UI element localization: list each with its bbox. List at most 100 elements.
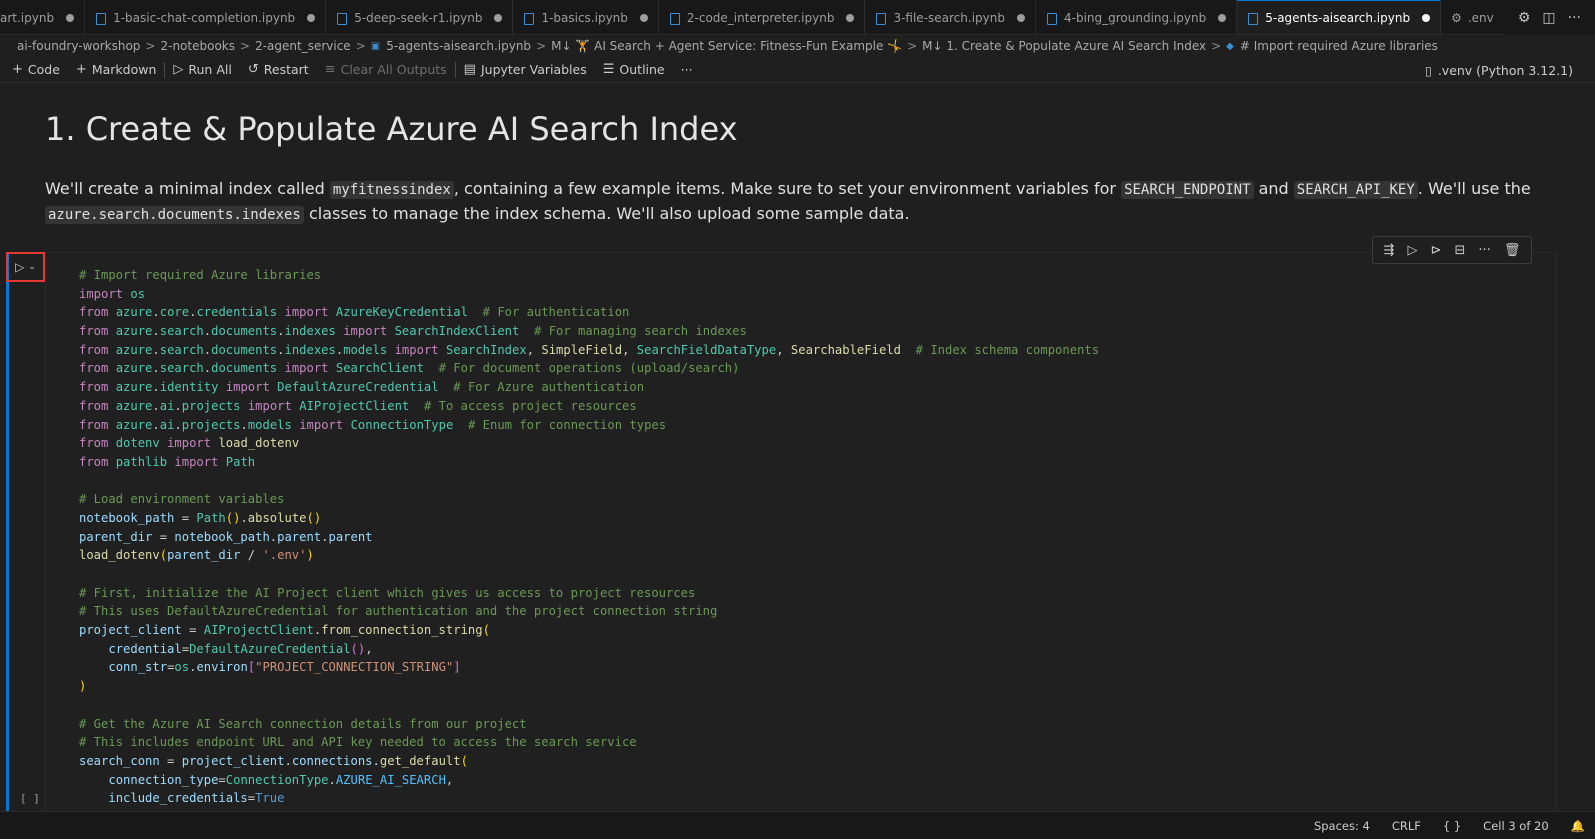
code-line[interactable]: # First, initialize the AI Project clien… xyxy=(79,584,1099,603)
code-line[interactable]: # This uses DefaultAzureCredential for a… xyxy=(79,602,1099,621)
chevron-right-icon: > xyxy=(1211,39,1222,53)
code-line[interactable] xyxy=(79,472,1099,491)
notebook-file-icon xyxy=(1247,12,1259,25)
cell-position-status[interactable]: Cell 3 of 20 xyxy=(1483,819,1549,833)
unsaved-dot-icon[interactable] xyxy=(846,13,855,22)
more-icon[interactable]: ··· xyxy=(1478,243,1490,258)
code-line[interactable]: ) xyxy=(79,677,1099,696)
notebook-file-icon xyxy=(875,12,887,25)
toolbar-divider xyxy=(454,61,456,78)
add-code-label: Code xyxy=(27,62,60,77)
code-line[interactable]: from azure.search.documents.indexes impo… xyxy=(79,322,1099,341)
code-line[interactable]: notebook_path = Path().absolute() xyxy=(79,509,1099,528)
tab-label: art.ipynb xyxy=(0,10,55,25)
execute-above-icon[interactable]: ▷ xyxy=(1407,243,1417,258)
tab-basic-chat-completion[interactable]: 1-basic-chat-completion.ipynb xyxy=(85,0,327,34)
gear-icon: ⚙ xyxy=(1451,10,1462,25)
notifications-bell-icon[interactable]: 🔔 xyxy=(1571,819,1585,833)
outline-button[interactable]: ☰ Outline xyxy=(603,62,665,77)
code-line[interactable]: # Get the Azure AI Search connection det… xyxy=(79,715,1099,734)
unsaved-dot-icon[interactable] xyxy=(1218,13,1227,22)
code-content[interactable]: # Import required Azure libraries import … xyxy=(79,266,1099,808)
tab-label: 1-basic-chat-completion.ipynb xyxy=(113,10,296,25)
breadcrumb-item[interactable]: M↓ 🏋 AI Search + Agent Service: Fitness-… xyxy=(551,39,902,53)
split-cell-icon[interactable]: ⊟ xyxy=(1454,243,1465,258)
execute-below-icon[interactable]: ⊳ xyxy=(1431,243,1442,258)
code-line[interactable]: conn_str=os.environ["PROJECT_CONNECTION_… xyxy=(79,658,1099,677)
breadcrumb-item[interactable]: ai-foundry-workshop xyxy=(17,39,140,53)
breadcrumb-item[interactable]: 2-agent_service xyxy=(255,39,351,53)
add-markdown-label: Markdown xyxy=(91,62,157,77)
tab-basics[interactable]: 1-basics.ipynb xyxy=(513,0,659,34)
breadcrumb-item[interactable]: 5-agents-aisearch.ipynb xyxy=(386,39,531,53)
tab-env[interactable]: ⚙ .env xyxy=(1441,0,1504,34)
code-line[interactable]: load_dotenv(parent_dir / '.env') xyxy=(79,546,1099,565)
code-line[interactable]: # Import required Azure libraries xyxy=(79,266,1099,285)
tab-code-interpreter[interactable]: 2-code_interpreter.ipynb xyxy=(659,0,866,34)
variables-label: Jupyter Variables xyxy=(480,62,587,77)
breadcrumb-item[interactable]: # Import required Azure libraries xyxy=(1240,39,1438,53)
eol-status[interactable]: CRLF xyxy=(1392,819,1421,833)
delete-cell-icon[interactable]: 🗑 xyxy=(1504,243,1521,258)
more-actions-icon[interactable]: ··· xyxy=(1568,10,1581,26)
chevron-down-icon[interactable]: ⌄ xyxy=(28,262,36,272)
settings-gear-icon[interactable]: ⚙ xyxy=(1518,10,1531,26)
split-editor-icon[interactable]: ◫ xyxy=(1542,10,1555,26)
tab-label: 4-bing_grounding.ipynb xyxy=(1063,10,1207,25)
run-cell-button[interactable]: ▷ ⌄ xyxy=(6,252,45,282)
code-line[interactable]: from azure.core.credentials import Azure… xyxy=(79,303,1099,322)
language-status[interactable]: { } xyxy=(1443,819,1461,833)
outline-label: Outline xyxy=(619,62,665,77)
tab-bing-grounding[interactable]: 4-bing_grounding.ipynb xyxy=(1036,0,1238,34)
unsaved-dot-icon[interactable] xyxy=(1422,14,1431,22)
code-line[interactable]: # Load environment variables xyxy=(79,490,1099,509)
run-all-button[interactable]: ▷ Run All xyxy=(173,62,231,77)
code-line[interactable]: from azure.ai.projects.models import Con… xyxy=(79,416,1099,435)
code-line[interactable]: project_client = AIProjectClient.from_co… xyxy=(79,621,1099,640)
unsaved-dot-icon[interactable] xyxy=(66,13,75,22)
code-line[interactable]: from azure.ai.projects import AIProjectC… xyxy=(79,397,1099,416)
tab-art[interactable]: art.ipynb xyxy=(0,0,86,34)
markdown-heading: 1. Create & Populate Azure AI Search Ind… xyxy=(45,110,738,148)
add-code-cell-button[interactable]: + Code xyxy=(12,62,60,77)
unsaved-dot-icon[interactable] xyxy=(1016,13,1025,22)
restart-button[interactable]: ↺ Restart xyxy=(248,62,309,77)
toolbar-more-button[interactable]: ··· xyxy=(681,62,693,77)
code-cell-editor[interactable]: # Import required Azure libraries import … xyxy=(45,252,1557,825)
clear-outputs-label: Clear All Outputs xyxy=(340,62,447,77)
md-text: . We'll use the xyxy=(1417,179,1531,198)
run-by-line-icon[interactable]: ⇶ xyxy=(1384,243,1395,258)
code-line[interactable]: from azure.search.documents.indexes.mode… xyxy=(79,341,1099,360)
code-line[interactable] xyxy=(79,696,1099,715)
unsaved-dot-icon[interactable] xyxy=(494,13,503,22)
add-markdown-cell-button[interactable]: + Markdown xyxy=(76,62,156,77)
inline-code: SEARCH_API_KEY xyxy=(1293,181,1418,199)
code-line[interactable]: parent_dir = notebook_path.parent.parent xyxy=(79,528,1099,547)
breadcrumb-item[interactable]: 2-notebooks xyxy=(160,39,235,53)
code-line[interactable] xyxy=(79,565,1099,584)
code-line[interactable]: from azure.search.documents import Searc… xyxy=(79,359,1099,378)
code-line[interactable]: include_credentials=True xyxy=(79,789,1099,808)
unsaved-dot-icon[interactable] xyxy=(639,13,648,22)
tab-deep-seek[interactable]: 5-deep-seek-r1.ipynb xyxy=(326,0,514,34)
breadcrumb-item[interactable]: M↓ 1. Create & Populate Azure AI Search … xyxy=(922,39,1206,53)
kernel-picker[interactable]: ▯ .venv (Python 3.12.1) xyxy=(1425,57,1573,83)
tab-file-search[interactable]: 3-file-search.ipynb xyxy=(865,0,1036,34)
clear-all-outputs-button[interactable]: ≡ Clear All Outputs xyxy=(325,62,447,77)
unsaved-dot-icon[interactable] xyxy=(307,13,316,22)
tab-agents-aisearch[interactable]: 5-agents-aisearch.ipynb xyxy=(1237,0,1442,34)
code-line[interactable]: import os xyxy=(79,285,1099,304)
jupyter-variables-button[interactable]: ▤ Jupyter Variables xyxy=(464,62,587,77)
indentation-status[interactable]: Spaces: 4 xyxy=(1314,819,1370,833)
code-line[interactable]: # This includes endpoint URL and API key… xyxy=(79,733,1099,752)
code-line[interactable]: from azure.identity import DefaultAzureC… xyxy=(79,378,1099,397)
md-text: We'll create a minimal index called xyxy=(45,179,330,198)
code-line[interactable]: from dotenv import load_dotenv xyxy=(79,434,1099,453)
cell-focus-indicator xyxy=(6,254,9,825)
inline-code: azure.search.documents.indexes xyxy=(45,206,304,224)
code-line[interactable]: connection_type=ConnectionType.AZURE_AI_… xyxy=(79,771,1099,790)
code-line[interactable]: credential=DefaultAzureCredential(), xyxy=(79,640,1099,659)
code-line[interactable]: from pathlib import Path xyxy=(79,453,1099,472)
code-line[interactable]: search_conn = project_client.connections… xyxy=(79,752,1099,771)
md-text: and xyxy=(1253,179,1294,198)
